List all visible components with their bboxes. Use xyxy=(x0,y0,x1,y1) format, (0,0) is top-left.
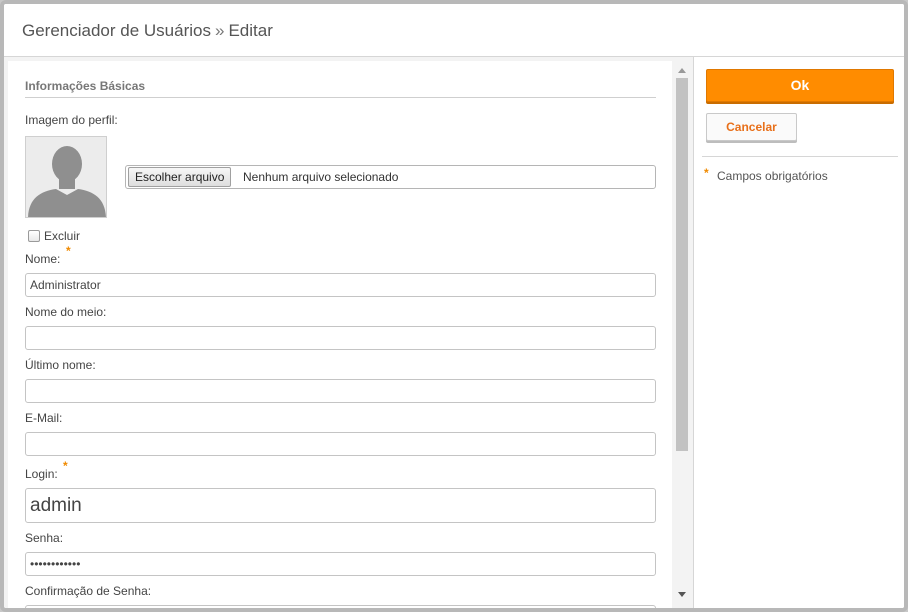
first-name-label: Nome: xyxy=(25,252,61,266)
scroll-down-arrow-icon[interactable] xyxy=(678,592,686,597)
breadcrumb-parent[interactable]: Gerenciador de Usuários xyxy=(22,21,211,40)
file-status-text: Nenhum arquivo selecionado xyxy=(243,170,399,184)
email-input[interactable] xyxy=(25,432,656,456)
scrollbar-thumb[interactable] xyxy=(676,78,688,451)
delete-image-label: Excluir xyxy=(44,229,81,243)
last-name-label: Último nome: xyxy=(25,358,96,372)
form-scrollbar[interactable] xyxy=(674,61,690,608)
breadcrumb: Gerenciador de Usuários» Editar xyxy=(22,21,273,41)
required-marker: * xyxy=(63,459,68,473)
user-edit-window: Gerenciador de Usuários» Editar Informaçõ… xyxy=(0,0,908,612)
required-marker: * xyxy=(66,244,71,258)
login-label: Login: xyxy=(25,467,58,481)
profile-image-file-input[interactable]: Escolher arquivo Nenhum arquivo selecion… xyxy=(125,165,656,189)
main-panel: Informações Básicas Imagem do perfil: Es… xyxy=(4,57,694,608)
choose-file-button[interactable]: Escolher arquivo xyxy=(128,167,232,187)
action-sidebar: Ok Cancelar * Campos obrigatórios xyxy=(694,57,904,608)
section-title: Informações Básicas xyxy=(25,79,146,93)
email-label: E-Mail: xyxy=(25,411,63,425)
password-confirm-input[interactable] xyxy=(25,605,656,608)
user-form: Informações Básicas Imagem do perfil: Es… xyxy=(8,61,672,608)
required-fields-text: Campos obrigatórios xyxy=(717,169,828,183)
password-label: Senha: xyxy=(25,531,64,545)
required-marker: * xyxy=(704,166,709,180)
breadcrumb-current: Editar xyxy=(228,21,273,40)
delete-image-checkbox[interactable] xyxy=(28,230,40,242)
section-divider xyxy=(25,97,656,98)
login-input[interactable]: admin xyxy=(25,488,656,523)
sidebar-divider xyxy=(702,156,898,157)
breadcrumb-separator: » xyxy=(214,21,225,40)
password-confirm-label: Confirmação de Senha: xyxy=(25,584,152,598)
scroll-up-arrow-icon[interactable] xyxy=(678,68,686,73)
first-name-input[interactable]: Administrator xyxy=(25,273,656,297)
password-input[interactable]: •••••••••••• xyxy=(25,552,656,576)
profile-image-label: Imagem do perfil: xyxy=(25,113,118,127)
middle-name-label: Nome do meio: xyxy=(25,305,107,319)
user-silhouette-icon xyxy=(25,136,107,218)
ok-button[interactable]: Ok xyxy=(706,69,894,102)
page-header: Gerenciador de Usuários» Editar xyxy=(4,4,904,57)
last-name-input[interactable] xyxy=(25,379,656,403)
middle-name-input[interactable] xyxy=(25,326,656,350)
cancel-button[interactable]: Cancelar xyxy=(706,113,797,141)
